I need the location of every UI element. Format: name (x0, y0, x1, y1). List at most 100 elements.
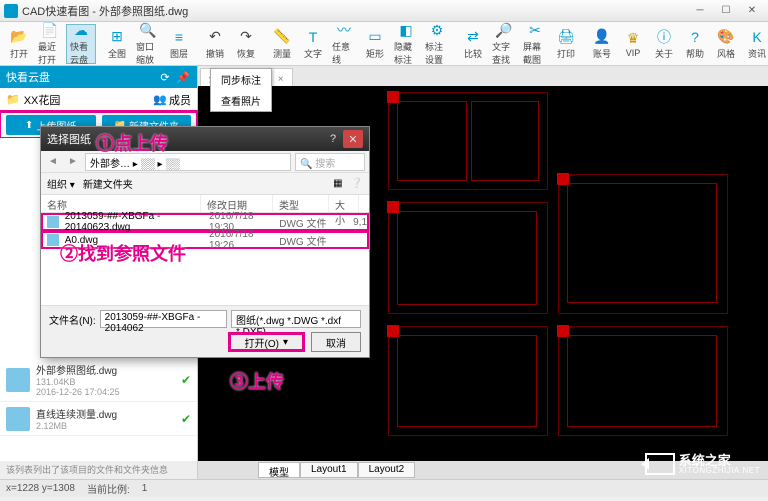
tab-close-icon[interactable]: × (278, 74, 284, 85)
sidebar-refresh-icon[interactable]: ⟳ (157, 69, 173, 85)
toolbar-icon: ⇄ (464, 28, 482, 46)
dialog-newfolder[interactable]: 新建文件夹 (83, 176, 133, 191)
window-titlebar: CAD快速看图 - 外部参照图纸.dwg ─ ☐ ✕ (0, 0, 768, 22)
toolbar-任意线[interactable]: 〰任意线 (329, 24, 359, 64)
dialog-help-icon[interactable]: ? (323, 130, 343, 148)
col-type[interactable]: 类型 (273, 195, 329, 212)
dialog-file-row[interactable]: 2013059-##-XBGFa - 20140623.dwg2016/7/18… (41, 213, 369, 231)
toolbar-打开[interactable]: 📂打开 (4, 24, 34, 64)
toolbar-icon: ◧ (397, 22, 415, 39)
watermark-name: 系统之家 (679, 454, 760, 467)
sidebar-pin-icon[interactable]: 📌 (175, 69, 191, 85)
dialog-titlebar: 选择图纸 ? ✕ (41, 127, 369, 151)
toolbar-标注设置[interactable]: ⚙标注设置 (422, 24, 452, 64)
status-coords: x=1228 y=1308 (6, 483, 75, 494)
toolbar-测量[interactable]: 📏测量 (267, 24, 297, 64)
nav-fwd-icon[interactable]: ► (65, 154, 81, 170)
toolbar-icon: ≡ (170, 28, 188, 46)
toolbar-icon: 🎨 (717, 28, 735, 46)
sidebar-file-item[interactable]: 直线连续测量.dwg2.12MB✔ (0, 402, 197, 436)
menu-sync-annot[interactable]: 同步标注 (211, 69, 271, 90)
toolbar-账号[interactable]: 👤账号 (587, 24, 617, 64)
cancel-button[interactable]: 取消 (311, 332, 361, 352)
dwg-file-icon (47, 234, 59, 246)
toolbar-最近打开[interactable]: 📄最近打开 (35, 24, 65, 64)
members-icon[interactable]: 👥 (153, 93, 167, 106)
organize-menu[interactable]: 组织 ▾ (47, 176, 75, 191)
toolbar-icon: ? (686, 28, 704, 46)
toolbar-icon: ⓘ (655, 28, 673, 46)
nav-back-icon[interactable]: ◄ (45, 154, 61, 170)
toolbar-帮助[interactable]: ?帮助 (680, 24, 710, 64)
layout-tab-2[interactable]: Layout2 (358, 462, 416, 478)
search-icon: 🔍 (300, 159, 312, 170)
toolbar-恢复[interactable]: ↷恢复 (231, 24, 261, 64)
tab-context-menu: 同步标注 查看照片 (210, 68, 272, 112)
window-title: CAD快速看图 - 外部参照图纸.dwg (22, 3, 688, 19)
toolbar-快看云盘[interactable]: ☁快看云盘 (66, 24, 96, 64)
toolbar-矩形[interactable]: ▭矩形 (360, 24, 390, 64)
app-logo-icon (4, 4, 18, 18)
project-name: XX花园 (24, 92, 61, 108)
toolbar-icon: ⚙ (428, 22, 446, 39)
dialog-close-button[interactable]: ✕ (343, 130, 363, 148)
toolbar-全图[interactable]: ⊞全图 (102, 24, 132, 64)
toolbar-文字[interactable]: T文字 (298, 24, 328, 64)
dwg-file-icon (47, 216, 59, 228)
filename-input[interactable]: 2013059-##-XBGFa - 2014062 (100, 310, 227, 328)
col-date[interactable]: 修改日期 (201, 195, 273, 212)
toolbar-撤销[interactable]: ↶撤销 (200, 24, 230, 64)
project-row[interactable]: 📁 XX花园 👥 成员 (0, 88, 197, 112)
layout-tab-1[interactable]: Layout1 (300, 462, 358, 478)
sidebar-footer: 该列表列出了该项目的文件和文件夹信息 (0, 461, 197, 479)
close-button[interactable]: ✕ (740, 3, 764, 19)
toolbar-打印[interactable]: 🖨打印 (551, 24, 581, 64)
dialog-toolbar: 组织 ▾ 新建文件夹 ▦ ❔ (41, 173, 369, 195)
synced-check-icon: ✔ (181, 373, 191, 387)
annotation-2: ②找到参照文件 (60, 240, 186, 266)
toolbar-关于[interactable]: ⓘ关于 (649, 24, 679, 64)
maximize-button[interactable]: ☐ (714, 3, 738, 19)
filename-label: 文件名(N): (49, 312, 96, 327)
watermark: 系统之家 XITONGZHIJIA.NET (645, 453, 760, 475)
col-name[interactable]: 名称 (41, 195, 201, 212)
toolbar-窗口缩放[interactable]: 🔍窗口缩放 (133, 24, 163, 64)
dialog-search-input[interactable]: 🔍 搜索 (295, 153, 365, 171)
layout-tab-model[interactable]: 模型 (258, 462, 300, 478)
members-label[interactable]: 成员 (169, 92, 191, 108)
toolbar-资讯[interactable]: K资讯 (742, 24, 768, 64)
sidebar-file-item[interactable]: 外部参照图纸.dwg131.04KB2016-12-26 17:04:25✔ (0, 358, 197, 402)
status-ratio-label: 当前比例: (87, 481, 130, 496)
annotation-1: ①点上传 (96, 130, 168, 156)
folder-icon: 📁 (6, 93, 20, 106)
toolbar-icon: 📏 (273, 28, 291, 46)
toolbar-icon: ☁ (72, 22, 90, 39)
toolbar-比较[interactable]: ⇄比较 (458, 24, 488, 64)
toolbar-VIP[interactable]: ♛VIP (618, 24, 648, 64)
file-icon (6, 407, 30, 431)
toolbar-图层[interactable]: ≡图层 (164, 24, 194, 64)
filetype-filter[interactable]: 图纸(*.dwg *.DWG *.dxf *.DXF) (231, 310, 361, 328)
toolbar-icon: 📄 (41, 22, 59, 39)
document-tabbar: 外部参照图纸 × (198, 66, 768, 86)
view-icon[interactable]: ▦ (333, 178, 342, 189)
toolbar-icon: 🔍 (139, 22, 157, 39)
menu-view-photo[interactable]: 查看照片 (211, 90, 271, 111)
watermark-logo-icon (645, 453, 675, 475)
open-button[interactable]: 打开(O) ▾ (228, 332, 305, 352)
toolbar-icon: 👤 (593, 28, 611, 46)
toolbar-icon: 🔎 (495, 22, 513, 39)
toolbar-隐藏标注[interactable]: ◧隐藏标注 (391, 24, 421, 64)
toolbar-icon: 📂 (10, 28, 28, 46)
toolbar-icon: T (304, 28, 322, 46)
minimize-button[interactable]: ─ (688, 3, 712, 19)
sidebar-header: 快看云盘 ⟳ 📌 (0, 66, 197, 88)
toolbar-风格[interactable]: 🎨风格 (711, 24, 741, 64)
toolbar-icon: 〰 (335, 22, 353, 39)
main-toolbar: 📂打开📄最近打开☁快看云盘⊞全图🔍窗口缩放≡图层↶撤销↷恢复📏测量T文字〰任意线… (0, 22, 768, 66)
toolbar-icon: ↶ (206, 28, 224, 46)
toolbar-文字查找[interactable]: 🔎文字查找 (489, 24, 519, 64)
col-size[interactable]: 大小 (329, 195, 359, 212)
toolbar-屏幕截图[interactable]: ✂屏幕截图 (520, 24, 550, 64)
help-icon[interactable]: ❔ (351, 178, 363, 189)
